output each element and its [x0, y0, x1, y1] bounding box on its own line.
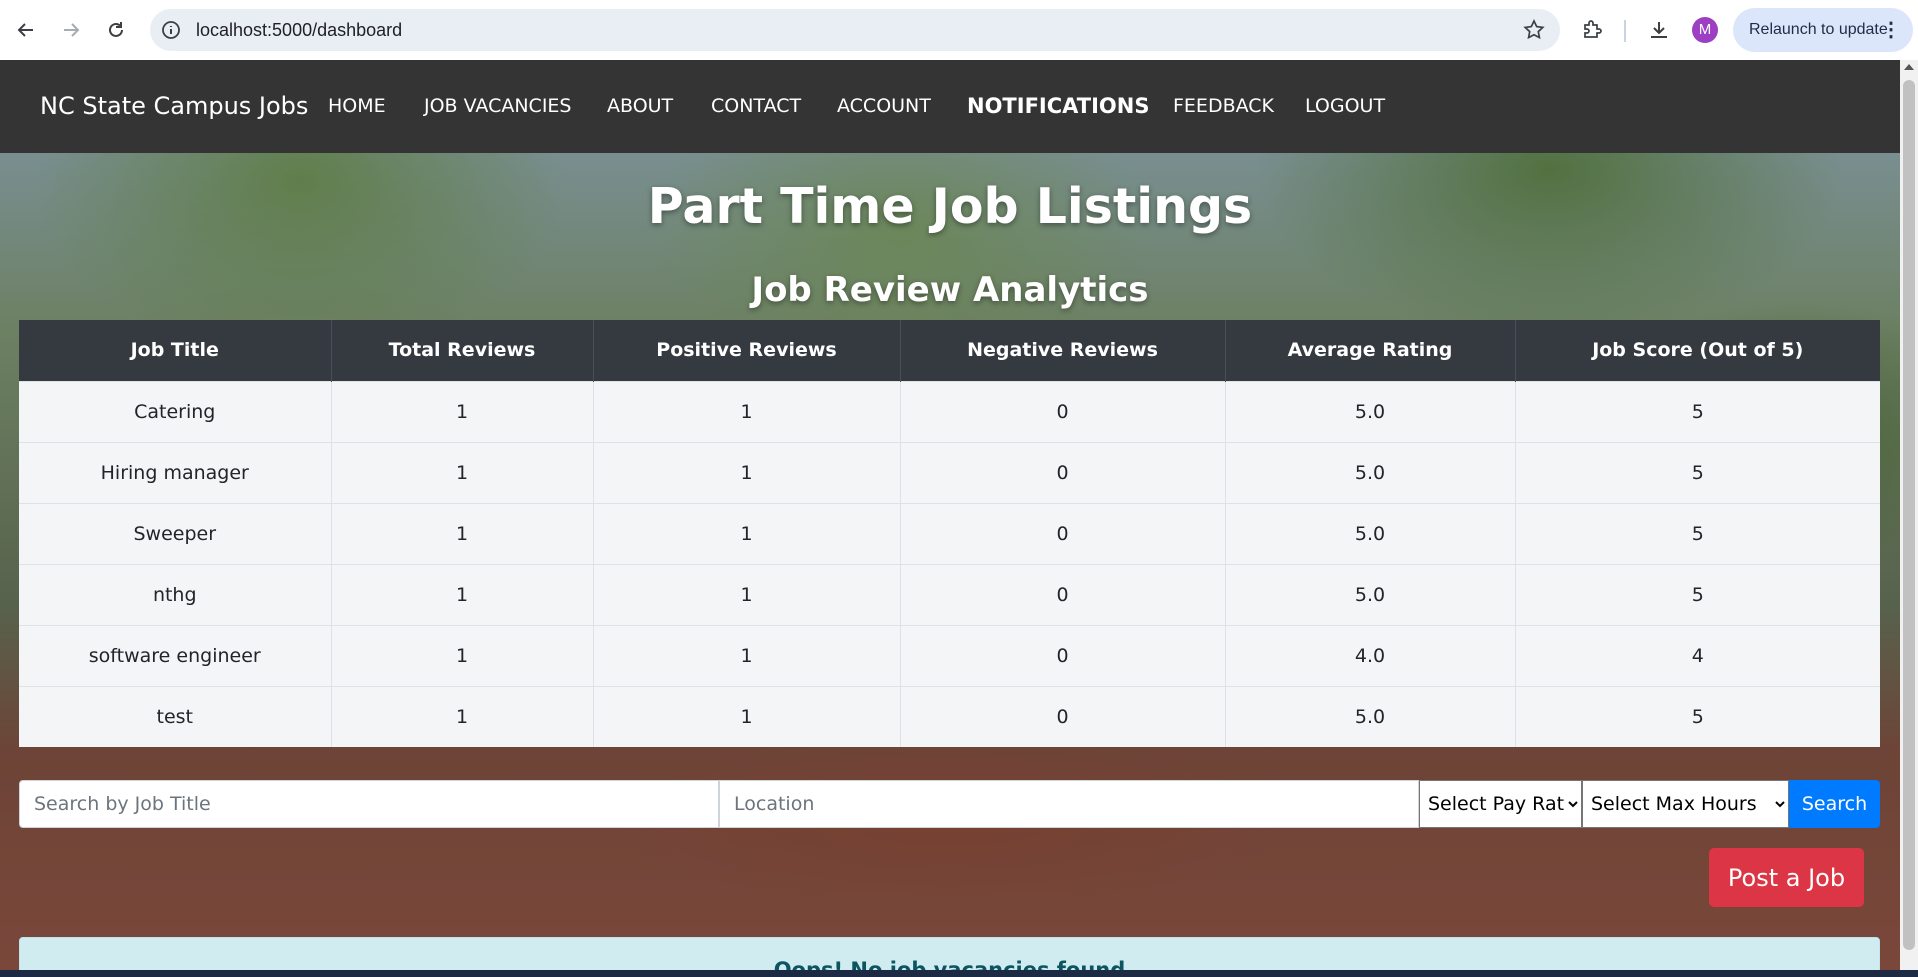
cell-job-score: 5	[1515, 380, 1880, 442]
nav-link-job-vacancies[interactable]: JOB VACANCIES	[424, 60, 572, 153]
cell-average-rating: 5.0	[1225, 380, 1516, 442]
pay-rate-select[interactable]: Select Pay Rate	[1419, 780, 1582, 828]
col-header-negative-reviews: Negative Reviews	[900, 320, 1226, 381]
back-arrow-icon	[17, 23, 33, 37]
site-navbar: NC State Campus Jobs HOME JOB VACANCIES …	[0, 60, 1900, 153]
nav-link-feedback[interactable]: FEEDBACK	[1173, 60, 1274, 153]
cell-job-title: nthg	[19, 563, 332, 625]
cell-job-score: 4	[1515, 624, 1880, 686]
table-row: nthg 1 1 0 5.0 5	[19, 563, 1880, 625]
nav-link-notifications[interactable]: NOTIFICATIONS	[967, 60, 1149, 153]
col-header-average-rating: Average Rating	[1225, 320, 1516, 381]
job-search-form: Select Pay Rate Select Max Hours Search	[19, 780, 1880, 828]
nav-link-contact[interactable]: CONTACT	[711, 60, 801, 153]
cell-average-rating: 5.0	[1225, 563, 1516, 625]
max-hours-select[interactable]: Select Max Hours	[1582, 780, 1789, 828]
more-menu-icon[interactable]: ⋮	[1881, 8, 1901, 52]
reload-button[interactable]	[100, 14, 132, 46]
cell-job-score: 5	[1515, 502, 1880, 564]
cell-average-rating: 4.0	[1225, 624, 1516, 686]
profile-avatar[interactable]: M	[1692, 17, 1718, 43]
col-header-total-reviews: Total Reviews	[331, 320, 594, 381]
cell-positive-reviews: 1	[593, 380, 901, 442]
cell-average-rating: 5.0	[1225, 502, 1516, 564]
job-review-analytics-table: Job Title Total Reviews Positive Reviews…	[19, 320, 1880, 747]
analytics-heading: Job Review Analytics	[751, 270, 1149, 310]
nav-link-home[interactable]: HOME	[328, 60, 386, 153]
toolbar-separator	[1624, 20, 1626, 42]
cell-total-reviews: 1	[331, 563, 594, 625]
cell-negative-reviews: 0	[900, 441, 1226, 503]
cell-average-rating: 5.0	[1225, 685, 1516, 747]
relaunch-button[interactable]: Relaunch to update ⋮	[1733, 8, 1913, 52]
cell-job-title: Hiring manager	[19, 441, 332, 503]
cell-negative-reviews: 0	[900, 624, 1226, 686]
cell-job-title: Catering	[19, 380, 332, 442]
nav-link-about[interactable]: ABOUT	[607, 60, 673, 153]
reload-icon	[109, 22, 123, 37]
nav-link-logout[interactable]: LOGOUT	[1305, 60, 1385, 153]
no-vacancies-message: Oops! No job vacancies found	[773, 958, 1126, 970]
cell-positive-reviews: 1	[593, 441, 901, 503]
cell-job-title: software engineer	[19, 624, 332, 686]
extensions-icon[interactable]	[1578, 16, 1606, 44]
relaunch-label: Relaunch to update	[1749, 21, 1888, 38]
browser-toolbar: localhost:5000/dashboard M Relaunch to u…	[0, 0, 1918, 60]
cell-positive-reviews: 1	[593, 685, 901, 747]
post-a-job-button[interactable]: Post a Job	[1709, 848, 1864, 907]
cell-job-score: 5	[1515, 685, 1880, 747]
cell-negative-reviews: 0	[900, 502, 1226, 564]
col-header-job-score: Job Score (Out of 5)	[1515, 320, 1880, 381]
back-button[interactable]	[10, 14, 42, 46]
cell-job-score: 5	[1515, 563, 1880, 625]
col-header-positive-reviews: Positive Reviews	[593, 320, 901, 381]
cell-positive-reviews: 1	[593, 563, 901, 625]
address-bar[interactable]: localhost:5000/dashboard	[150, 9, 1560, 51]
cell-average-rating: 5.0	[1225, 441, 1516, 503]
col-header-job-title: Job Title	[19, 320, 332, 381]
forward-button[interactable]	[55, 14, 87, 46]
cell-negative-reviews: 0	[900, 380, 1226, 442]
forward-arrow-icon	[64, 23, 80, 37]
cell-total-reviews: 1	[331, 380, 594, 442]
table-row: Hiring manager 1 1 0 5.0 5	[19, 441, 1880, 503]
table-row: test 1 1 0 5.0 5	[19, 685, 1880, 747]
location-input[interactable]	[719, 780, 1419, 828]
cell-negative-reviews: 0	[900, 685, 1226, 747]
cell-total-reviews: 1	[331, 685, 594, 747]
job-title-search-input[interactable]	[19, 780, 719, 828]
url-text[interactable]: localhost:5000/dashboard	[196, 9, 402, 51]
bookmark-star-icon[interactable]	[1522, 18, 1546, 42]
cell-total-reviews: 1	[331, 441, 594, 503]
scrollbar-thumb[interactable]	[1903, 80, 1915, 950]
table-header-row: Job Title Total Reviews Positive Reviews…	[19, 320, 1880, 381]
search-button[interactable]: Search	[1789, 780, 1880, 828]
cell-job-score: 5	[1515, 441, 1880, 503]
page-viewport: NC State Campus Jobs HOME JOB VACANCIES …	[0, 60, 1900, 970]
table-row: Sweeper 1 1 0 5.0 5	[19, 502, 1880, 564]
scroll-up-arrow-icon[interactable]	[1904, 64, 1914, 70]
page-scrollbar[interactable]	[1900, 60, 1918, 970]
cell-negative-reviews: 0	[900, 563, 1226, 625]
cell-total-reviews: 1	[331, 502, 594, 564]
page-title: Part Time Job Listings	[647, 178, 1253, 235]
cell-job-title: Sweeper	[19, 502, 332, 564]
cell-job-title: test	[19, 685, 332, 747]
table-row: Catering 1 1 0 5.0 5	[19, 380, 1880, 442]
nav-link-account[interactable]: ACCOUNT	[837, 60, 931, 153]
downloads-icon[interactable]	[1645, 16, 1673, 44]
cell-positive-reviews: 1	[593, 502, 901, 564]
cell-total-reviews: 1	[331, 624, 594, 686]
navbar-brand[interactable]: NC State Campus Jobs	[40, 60, 308, 153]
table-row: software engineer 1 1 0 4.0 4	[19, 624, 1880, 686]
cell-positive-reviews: 1	[593, 624, 901, 686]
os-taskbar	[0, 970, 1918, 977]
site-info-icon[interactable]	[160, 19, 182, 41]
